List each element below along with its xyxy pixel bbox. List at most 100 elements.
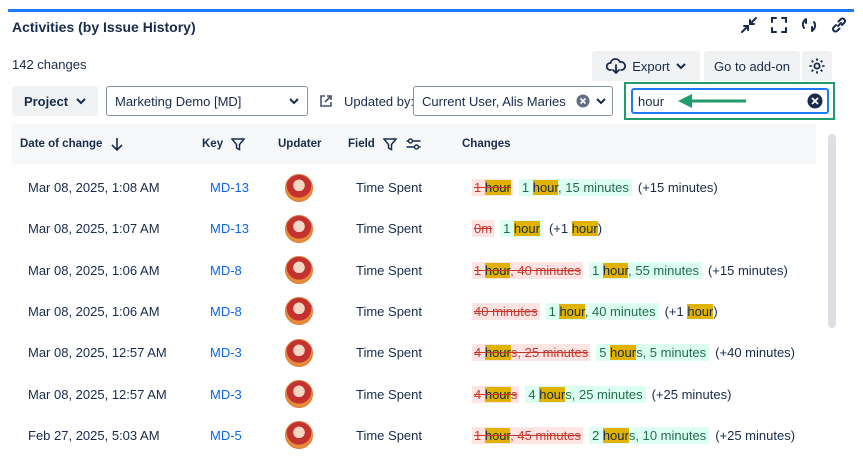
chevron-down-icon <box>676 63 686 70</box>
column-header-field[interactable]: Field <box>348 124 422 164</box>
change-text: 0m <box>474 221 493 237</box>
changes-cell: 1 hour, 45 minutes 2 hours, 10 minutes (+2… <box>472 415 795 456</box>
change-text: 5 <box>599 345 611 361</box>
search-match-highlight: hour <box>602 262 629 278</box>
issue-key-link[interactable]: MD-3 <box>210 332 242 373</box>
search-match-highlight: hour <box>610 345 637 361</box>
column-header-changes: Changes <box>462 138 511 150</box>
sliders-icon[interactable] <box>405 137 422 151</box>
panel-actions <box>739 15 849 35</box>
issue-key-link[interactable]: MD-8 <box>210 250 242 291</box>
avatar[interactable] <box>285 297 313 326</box>
change-text: (+1 <box>548 221 572 237</box>
scrollbar[interactable] <box>828 134 836 328</box>
chevron-down-icon <box>596 98 606 105</box>
project-select[interactable]: Marketing Demo [MD] <box>106 86 308 116</box>
date-cell: Mar 08, 2025, 12:57 AM <box>28 345 167 361</box>
updater-cell <box>285 250 313 291</box>
column-header-date[interactable]: Date of change <box>20 124 124 164</box>
change-text: (+25 minutes) <box>651 386 732 402</box>
avatar[interactable] <box>285 338 313 367</box>
table-row: Mar 08, 2025, 12:57 AM MD-3 Time Spent 4 ho… <box>12 374 816 415</box>
changes-cell: 1 hour, 40 minutes 1 hour, 55 minutes (+15… <box>472 250 788 291</box>
change-text: 1 <box>591 262 603 278</box>
old-value: 4 hours <box>472 385 520 403</box>
filter-icon <box>382 138 397 151</box>
settings-button[interactable] <box>802 51 832 81</box>
old-value: 1 hour <box>472 179 513 196</box>
changes-cell: 40 minutes 1 hour, 40 minutes (+1 hour) <box>472 291 718 332</box>
old-value: 1 hour, 45 minutes <box>472 426 583 444</box>
export-button[interactable]: Export <box>592 51 700 81</box>
external-link-icon[interactable] <box>316 91 336 111</box>
sort-down-icon <box>111 138 124 151</box>
change-text: (+1 <box>664 303 688 319</box>
change-text: (+25 minutes) <box>715 427 796 443</box>
search-match-highlight: hour <box>687 303 714 319</box>
link-icon[interactable] <box>829 15 849 35</box>
table-row: Mar 08, 2025, 1:07 AM MD-13 Time Spent 0m 1 … <box>12 208 816 249</box>
changes-cell: 4 hours, 25 minutes 5 hours, 5 minutes (+4… <box>472 332 795 373</box>
search-match-highlight: hour <box>559 303 585 319</box>
search-match-highlight: hour <box>571 221 598 237</box>
changes-count: 142 changes <box>12 57 87 72</box>
delta-value: (+1 hour) <box>548 221 603 237</box>
table-header: Date of change Key Updater Field Changes <box>12 124 816 164</box>
avatar[interactable] <box>285 380 313 408</box>
changes-cell: 0m 1 hour (+1 hour) <box>472 208 602 249</box>
project-label: Project <box>23 93 69 109</box>
delta-value: (+25 minutes) <box>652 387 732 402</box>
change-text: 1 <box>521 180 533 195</box>
column-header-key[interactable]: Key <box>202 124 246 164</box>
field-cell: Time Spent <box>356 262 422 278</box>
field-cell: Time Spent <box>356 386 422 402</box>
change-text: 4 <box>474 386 485 402</box>
change-text: ) <box>597 221 603 237</box>
updated-by-select[interactable]: Current User, Alis Maries <box>413 86 613 116</box>
issue-key-link[interactable]: MD-13 <box>210 167 249 208</box>
field-cell: Time Spent <box>356 180 422 195</box>
date-cell: Mar 08, 2025, 1:07 AM <box>28 221 160 237</box>
cloud-download-icon <box>606 58 627 74</box>
avatar[interactable] <box>285 421 313 450</box>
change-text: 4 <box>474 345 485 361</box>
issue-key-link[interactable]: MD-8 <box>210 291 242 332</box>
issue-key-link[interactable]: MD-3 <box>210 374 242 415</box>
expand-icon[interactable] <box>769 15 789 35</box>
change-text: , 40 minutes <box>510 262 581 278</box>
column-header-updater: Updater <box>278 138 322 150</box>
change-text: s, 10 minutes <box>628 427 707 443</box>
search-match-highlight: hour <box>484 386 511 402</box>
search-match-highlight: hour <box>539 386 566 402</box>
go-to-addon-button[interactable]: Go to add-on <box>704 51 800 81</box>
issue-key-link[interactable]: MD-5 <box>210 415 242 456</box>
change-text: , 15 minutes <box>558 180 629 195</box>
search-match-highlight: hour <box>484 345 511 361</box>
new-value: 5 hours, 5 minutes <box>596 344 710 362</box>
project-filter-button[interactable]: Project <box>12 86 98 116</box>
delta-value: (+40 minutes) <box>715 345 795 360</box>
clear-search-icon[interactable] <box>807 93 823 109</box>
old-value: 0m <box>472 220 495 238</box>
change-text: 2 <box>591 427 603 443</box>
refresh-icon[interactable] <box>799 15 819 35</box>
date-cell: Mar 08, 2025, 1:08 AM <box>28 180 160 195</box>
change-text: 1 <box>474 262 485 278</box>
new-value: 2 hours, 10 minutes <box>588 426 710 444</box>
search-match-highlight: hour <box>484 180 511 195</box>
issue-key-link[interactable]: MD-13 <box>210 208 249 249</box>
change-text: (+15 minutes) <box>637 180 718 195</box>
clear-selection-icon[interactable] <box>576 94 590 108</box>
delta-value: (+25 minutes) <box>715 428 795 443</box>
change-text: s, 5 minutes <box>636 345 707 361</box>
delta-value: (+15 minutes) <box>638 180 718 195</box>
avatar[interactable] <box>285 256 313 285</box>
new-value: 1 hour <box>500 220 543 238</box>
avatar[interactable] <box>285 173 313 202</box>
panel-title: Activities (by Issue History) <box>12 19 196 35</box>
change-text: ) <box>713 303 718 319</box>
change-text: s <box>510 386 518 402</box>
avatar[interactable] <box>285 214 313 243</box>
collapse-icon[interactable] <box>739 15 759 35</box>
new-value: 1 hour, 55 minutes <box>588 261 702 279</box>
